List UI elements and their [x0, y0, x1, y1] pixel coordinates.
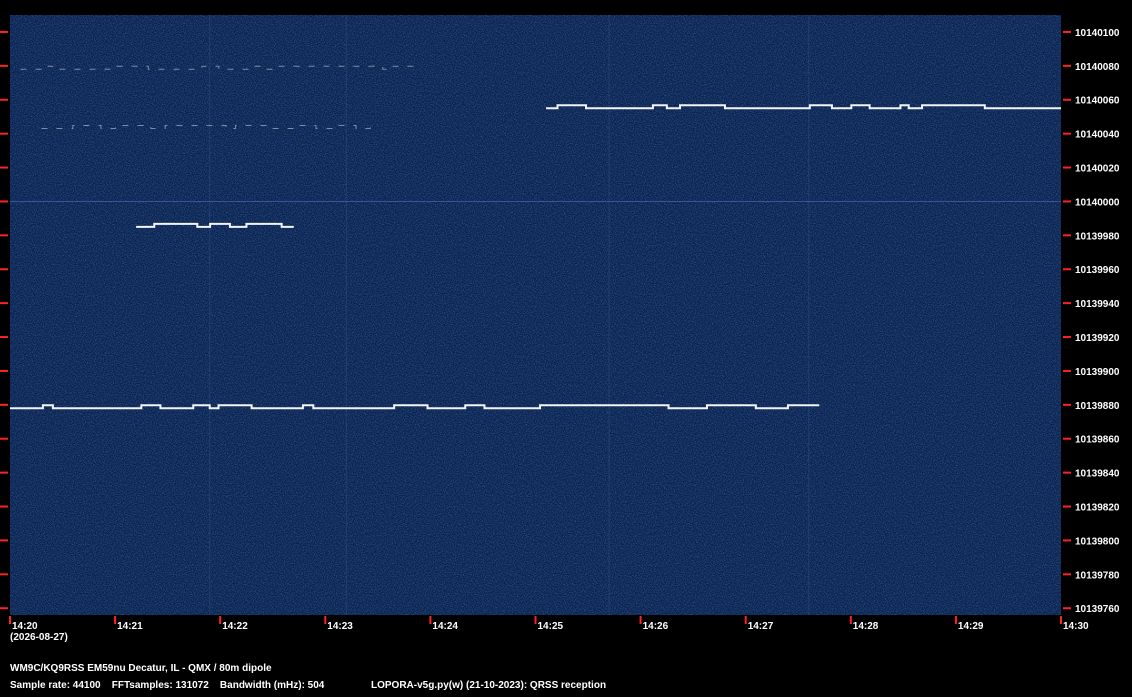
x-tick-label: 14:29 [958, 621, 984, 632]
x-tick-label: 14:21 [117, 621, 143, 632]
x-tick-label: 14:28 [853, 621, 879, 632]
y-tick-label: 10139800 [1075, 536, 1120, 547]
y-tick-label: 10139760 [1075, 604, 1120, 615]
y-tick-label: 10140020 [1075, 164, 1120, 175]
x-tick-label: 14:24 [432, 621, 458, 632]
y-tick-label: 10139860 [1075, 435, 1120, 446]
x-tick-label: 14:26 [643, 621, 669, 632]
y-tick-label: 10139820 [1075, 503, 1120, 514]
spectrogram-chart: 10140100 10140080 10140060 10140040 10140020… [0, 15, 1120, 643]
x-tick-label: 14:22 [222, 621, 248, 632]
x-tick-label: 14:25 [538, 621, 564, 632]
x-axis: 14:20 14:21 14:22 14:23 14:24 14:25 14:26 14:27… [9, 616, 1089, 632]
capture-parameters: Sample rate: 44100 FFTsamples: 131072 Ba… [10, 680, 325, 691]
y-tick-label: 10139900 [1075, 367, 1120, 378]
y-tick-label: 10139920 [1075, 333, 1120, 344]
y-tick-label: 10139840 [1075, 469, 1120, 480]
y-tick-label: 10140060 [1075, 96, 1120, 107]
y-tick-label: 10139960 [1075, 265, 1120, 276]
y-tick-label: 10140000 [1075, 197, 1120, 208]
y-tick-label: 10140040 [1075, 130, 1120, 141]
y-tick-label: 10139980 [1075, 231, 1120, 242]
station-info: WM9C/KQ9RSS EM59nu Decatur, IL - QMX / 8… [10, 663, 272, 674]
x-tick-label: 14:23 [327, 621, 353, 632]
y-tick-label: 10140080 [1075, 62, 1120, 73]
software-info: LOPORA-v5g.py(w) (21-10-2023): QRSS rece… [371, 680, 607, 691]
y-tick-label: 10139780 [1075, 570, 1120, 581]
date-label: (2026-08-27) [10, 632, 68, 643]
y-tick-label: 10139880 [1075, 401, 1120, 412]
y-tick-label: 10140100 [1075, 28, 1120, 39]
y-tick-label: 10139940 [1075, 299, 1120, 310]
x-tick-label: 14:20 [12, 621, 38, 632]
x-tick-label: 14:27 [748, 621, 774, 632]
x-tick-label: 14:30 [1063, 621, 1089, 632]
